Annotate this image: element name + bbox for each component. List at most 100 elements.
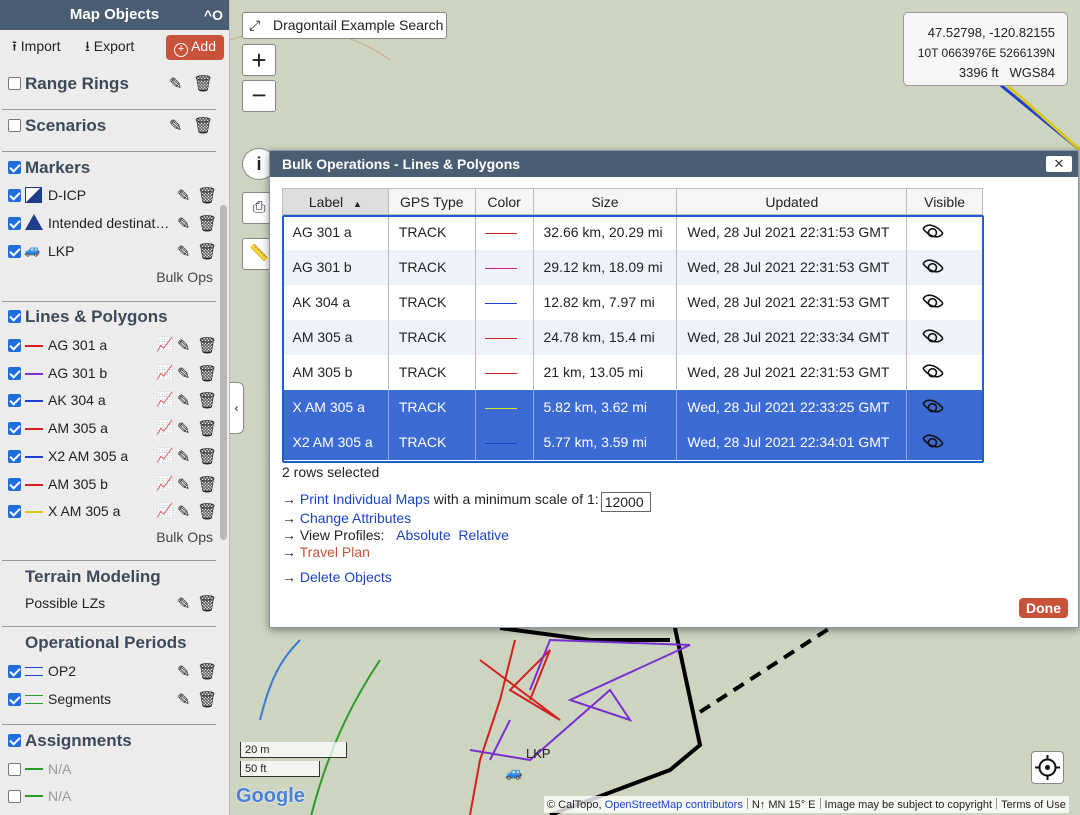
profile-icon[interactable]: 📈 (156, 419, 173, 436)
profile-icon[interactable]: 📈 (156, 364, 173, 381)
trash-icon[interactable]: 🗑 (197, 336, 217, 356)
edit-icon[interactable]: ✎ (169, 74, 182, 94)
scale-input[interactable]: 12000 (600, 492, 651, 512)
change-attributes-link[interactable]: Change Attributes (300, 510, 411, 526)
print-maps-link[interactable]: Print Individual Maps (300, 491, 430, 507)
marker-checkbox[interactable] (8, 245, 21, 258)
col-color[interactable]: Color (474, 188, 534, 215)
zoom-out-button[interactable]: − (242, 80, 276, 112)
col-gps-type[interactable]: GPS Type (387, 188, 476, 215)
eye-icon[interactable] (921, 359, 945, 382)
marker-checkbox[interactable] (8, 217, 21, 230)
assignments-checkbox[interactable] (8, 734, 21, 747)
edit-icon[interactable]: ✎ (177, 502, 190, 522)
trash-icon[interactable]: 🗑 (197, 391, 217, 411)
lines-checkbox[interactable] (8, 310, 21, 323)
trash-icon[interactable]: 🗑 (197, 594, 217, 614)
travel-plan-link[interactable]: Travel Plan (300, 544, 370, 560)
export-button[interactable]: ⭳ Export (85, 36, 134, 60)
edit-icon[interactable]: ✎ (177, 419, 190, 439)
trash-icon[interactable]: 🗑 (197, 186, 217, 206)
vehicle-marker-icon[interactable]: 🚙 (505, 764, 522, 781)
locate-button[interactable] (1031, 751, 1064, 784)
collapse-icon[interactable]: ^O (204, 0, 223, 30)
edit-icon[interactable]: ✎ (177, 391, 190, 411)
lines-bulk-ops-link[interactable]: Bulk Ops (156, 529, 213, 545)
segments-checkbox[interactable] (8, 693, 21, 706)
table-row[interactable]: AG 301 a TRACK 32.66 km, 20.29 mi Wed, 28 J… (282, 214, 983, 250)
eye-icon[interactable] (921, 394, 945, 417)
scenarios-checkbox[interactable] (8, 119, 21, 132)
trash-icon[interactable]: 🗑 (197, 214, 217, 234)
col-updated[interactable]: Updated (676, 188, 908, 215)
table-row[interactable]: AM 305 a TRACK 24.78 km, 15.4 mi Wed, 28 Ju… (282, 319, 983, 355)
zoom-in-button[interactable]: + (242, 44, 276, 76)
line-checkbox[interactable] (8, 449, 21, 463)
eye-icon[interactable] (921, 324, 945, 347)
terms-link[interactable]: Terms of Use (1001, 799, 1066, 811)
add-button[interactable]: + Add (166, 35, 224, 60)
done-button[interactable]: Done (1019, 598, 1068, 618)
trash-icon[interactable]: 🗑 (193, 116, 213, 136)
trash-icon[interactable]: 🗑 (197, 419, 217, 439)
marker-checkbox[interactable] (8, 189, 21, 202)
trash-icon[interactable]: 🗑 (197, 662, 217, 682)
eye-icon[interactable] (921, 289, 945, 312)
eye-icon[interactable] (921, 429, 945, 452)
table-row[interactable]: AG 301 b TRACK 29.12 km, 18.09 mi Wed, 28 J… (282, 249, 983, 285)
op-checkbox[interactable] (8, 665, 21, 678)
eye-icon[interactable] (921, 254, 945, 277)
trash-icon[interactable]: 🗑 (193, 74, 213, 94)
col-visible[interactable]: Visible (906, 188, 983, 215)
search-button[interactable]: ⤢ Dragontail Example Search (242, 12, 447, 39)
edit-icon[interactable]: ✎ (177, 662, 190, 682)
osm-link[interactable]: OpenStreetMap contributors (605, 799, 743, 811)
line-checkbox[interactable] (8, 477, 21, 491)
line-checkbox[interactable] (8, 394, 21, 408)
markers-checkbox[interactable] (8, 161, 21, 174)
trash-icon[interactable]: 🗑 (197, 364, 217, 384)
edit-icon[interactable]: ✎ (169, 116, 182, 136)
profile-icon[interactable]: 📈 (156, 475, 173, 492)
markers-bulk-ops-link[interactable]: Bulk Ops (156, 269, 213, 285)
sidebar-toggle-button[interactable]: ‹ (230, 382, 244, 434)
profile-icon[interactable]: 📈 (156, 391, 173, 408)
trash-icon[interactable]: 🗑 (197, 475, 217, 495)
edit-icon[interactable]: ✎ (177, 690, 190, 710)
edit-icon[interactable]: ✎ (177, 475, 190, 495)
line-checkbox[interactable] (8, 505, 21, 519)
delete-objects-link[interactable]: Delete Objects (300, 569, 392, 585)
trash-icon[interactable]: 🗑 (197, 447, 217, 467)
edit-icon[interactable]: ✎ (177, 336, 190, 356)
assignment-checkbox[interactable] (8, 790, 21, 803)
eye-icon[interactable] (921, 219, 945, 243)
trash-icon[interactable]: 🗑 (197, 690, 217, 710)
line-checkbox[interactable] (8, 339, 21, 352)
relative-link[interactable]: Relative (458, 527, 509, 543)
trash-icon[interactable]: 🗑 (197, 242, 217, 262)
edit-icon[interactable]: ✎ (177, 594, 190, 614)
edit-icon[interactable]: ✎ (177, 186, 190, 206)
table-row[interactable]: X AM 305 a TRACK 5.82 km, 3.62 mi Wed, 28 J… (282, 389, 983, 425)
edit-icon[interactable]: ✎ (177, 242, 190, 262)
lkp-map-label[interactable]: LKP (526, 746, 551, 761)
range-rings-checkbox[interactable] (8, 77, 21, 90)
edit-icon[interactable]: ✎ (177, 364, 190, 384)
line-checkbox[interactable] (8, 366, 21, 380)
absolute-link[interactable]: Absolute (396, 527, 450, 543)
col-label[interactable]: Label ▲ (282, 188, 389, 215)
table-row[interactable]: X2 AM 305 a TRACK 5.77 km, 3.59 mi Wed, 28 … (282, 424, 983, 460)
assignment-checkbox[interactable] (8, 763, 21, 776)
table-row[interactable]: AM 305 b TRACK 21 km, 13.05 mi Wed, 28 Jul … (282, 354, 983, 390)
import-button[interactable]: ⭱ Import (12, 36, 60, 60)
profile-icon[interactable]: 📈 (156, 336, 173, 353)
sidebar-scrollbar[interactable] (220, 205, 227, 540)
edit-icon[interactable]: ✎ (177, 447, 190, 467)
table-row[interactable]: AK 304 a TRACK 12.82 km, 7.97 mi Wed, 28 Ju… (282, 284, 983, 320)
line-checkbox[interactable] (8, 422, 21, 436)
profile-icon[interactable]: 📈 (156, 447, 173, 464)
close-button[interactable]: ✕ (1046, 156, 1072, 172)
edit-icon[interactable]: ✎ (177, 214, 190, 234)
trash-icon[interactable]: 🗑 (197, 502, 217, 522)
profile-icon[interactable]: 📈 (156, 502, 173, 519)
